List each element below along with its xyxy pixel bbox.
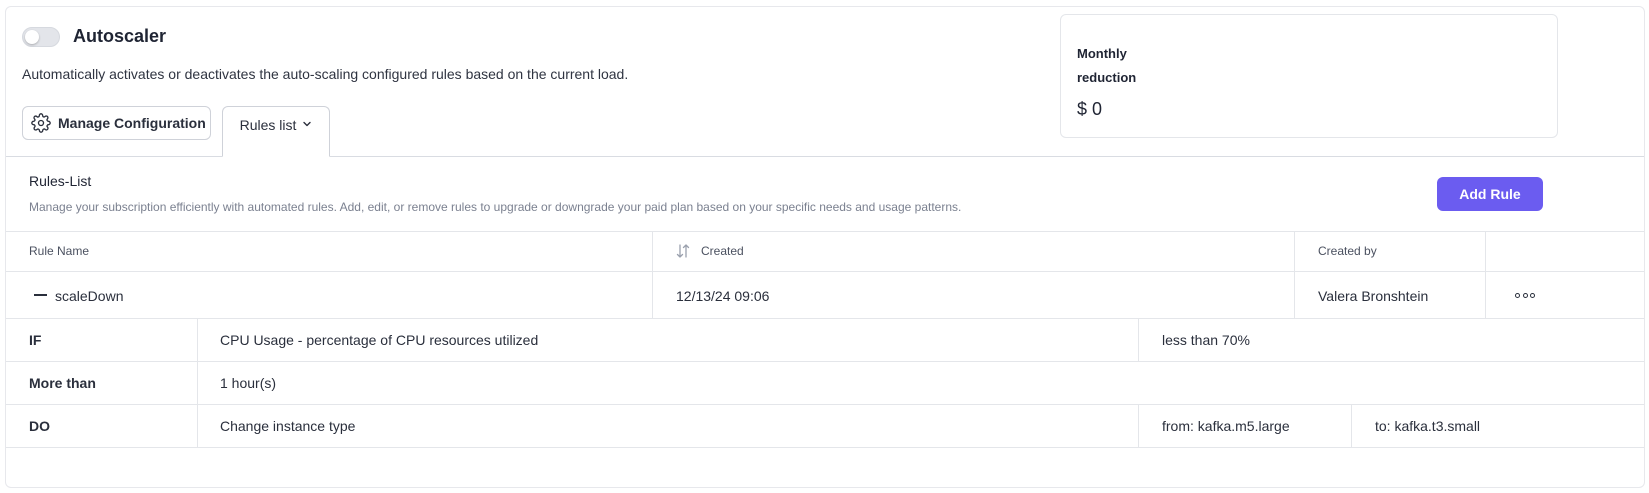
duration-row-border (6, 404, 1644, 405)
column-header-created[interactable]: Created (701, 244, 744, 258)
action-from: from: kafka.m5.large (1162, 418, 1290, 434)
table-top-border (6, 231, 1644, 232)
condition-threshold: less than 70% (1162, 332, 1250, 348)
sort-icon[interactable] (676, 243, 690, 259)
add-rule-button[interactable]: Add Rule (1437, 177, 1543, 211)
rules-list-description: Manage your subscription efficiently wit… (29, 200, 962, 214)
monthly-reduction-card: Monthly reduction $ 0 (1060, 14, 1558, 138)
rule-created-by: Valera Bronshtein (1318, 288, 1429, 304)
condition-label: IF (29, 332, 42, 348)
condition-metric: CPU Usage - percentage of CPU resources … (220, 332, 539, 348)
collapse-icon[interactable] (34, 294, 47, 296)
more-options-icon[interactable] (1513, 287, 1537, 303)
condition-row-border (6, 361, 1644, 362)
rules-list-title: Rules-List (29, 173, 92, 189)
action-label: DO (29, 418, 50, 434)
chevron-down-icon (302, 119, 312, 129)
manage-configuration-button[interactable]: Manage Configuration (22, 106, 211, 140)
monthly-reduction-value: $ 0 (1077, 99, 1103, 119)
duration-label: More than (29, 375, 96, 391)
monthly-reduction-label: Monthly reduction (1077, 46, 1137, 85)
tab-rules-list-label: Rules list (239, 117, 297, 133)
manage-configuration-label: Manage Configuration (58, 115, 206, 131)
page-title: Autoscaler (73, 26, 167, 46)
duration-value: 1 hour(s) (220, 375, 277, 391)
page-description: Automatically activates or deactivates t… (22, 66, 629, 82)
action-row-border (6, 447, 1644, 448)
action-to: to: kafka.t3.small (1375, 418, 1481, 434)
tab-rules-list[interactable]: Rules list (222, 106, 330, 157)
detail-label-divider (197, 319, 198, 448)
action-to-divider (1351, 405, 1352, 448)
gear-icon (31, 113, 51, 133)
autoscaler-panel: Autoscaler Automatically activates or de… (5, 6, 1645, 488)
condition-threshold-divider (1138, 319, 1139, 362)
action-from-divider (1138, 405, 1139, 448)
column-header-rule-name[interactable]: Rule Name (29, 244, 89, 258)
toggle-knob (25, 30, 39, 44)
action-value: Change instance type (220, 418, 356, 434)
autoscaler-toggle[interactable] (22, 27, 60, 47)
rule-name: scaleDown (55, 288, 124, 304)
rule-created: 12/13/24 09:06 (676, 288, 770, 304)
column-header-created-by: Created by (1318, 244, 1377, 258)
